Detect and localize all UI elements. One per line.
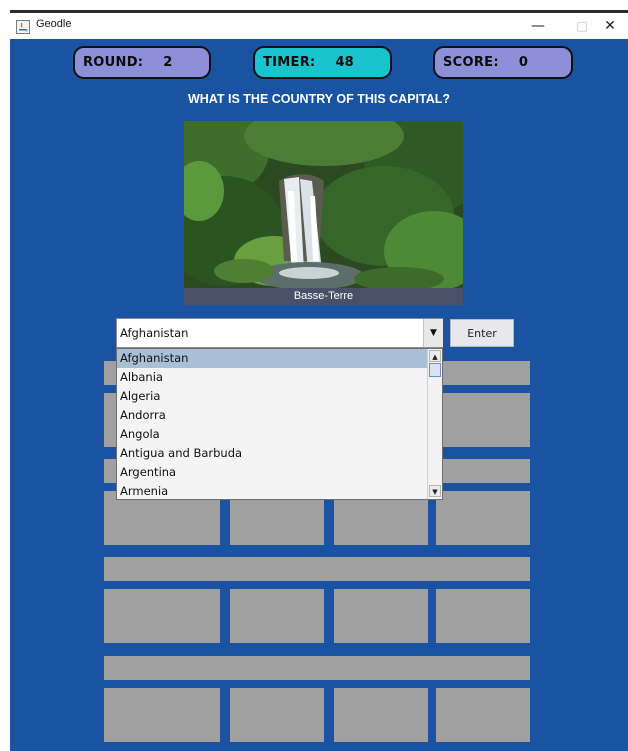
dropdown-option[interactable]: Argentina: [117, 463, 427, 482]
dropdown-option[interactable]: Afghanistan: [117, 349, 427, 368]
dropdown-option[interactable]: Antigua and Barbuda: [117, 444, 427, 463]
dropdown-option[interactable]: Algeria: [117, 387, 427, 406]
guess-tile-3-3: [334, 589, 428, 643]
guess-tile-3-1: [104, 589, 220, 643]
close-button[interactable]: ✕: [588, 13, 628, 39]
guess-tile-3-4: [436, 589, 530, 643]
timer-display: TIMER: 48: [253, 46, 392, 79]
guess-tile-3-2: [230, 589, 324, 643]
guess-tile-1-4: [436, 393, 530, 447]
scroll-up-arrow-icon[interactable]: ▲: [429, 350, 441, 362]
guess-tile-2-4: [436, 491, 530, 545]
round-value: 2: [163, 55, 173, 70]
dropdown-option[interactable]: Armenia: [117, 482, 427, 499]
dropdown-scrollbar[interactable]: ▲ ▼: [427, 349, 442, 499]
window-titlebar: Geodle — □ ✕: [10, 10, 628, 39]
guess-tile-4-4: [436, 688, 530, 742]
scroll-thumb[interactable]: [429, 363, 441, 377]
window-title: Geodle: [36, 18, 72, 30]
guess-tile-4-2: [230, 688, 324, 742]
guess-bar-3: [104, 557, 530, 581]
round-counter: ROUND: 2: [73, 46, 211, 79]
question-prompt: WHAT IS THE COUNTRY OF THIS CAPITAL?: [187, 92, 451, 106]
capital-caption: Basse-Terre: [184, 288, 463, 305]
guess-tile-4-1: [104, 688, 220, 742]
enter-button[interactable]: Enter: [450, 319, 514, 347]
country-select-value: Afghanistan: [120, 326, 189, 340]
java-app-icon: [16, 19, 30, 34]
timer-label: TIMER:: [263, 55, 316, 70]
score-label: SCORE:: [443, 55, 499, 70]
dropdown-option[interactable]: Angola: [117, 425, 427, 444]
country-select[interactable]: Afghanistan ▼: [116, 318, 443, 348]
guess-bar-4: [104, 656, 530, 680]
scroll-down-arrow-icon[interactable]: ▼: [429, 485, 441, 497]
capital-photo: [184, 121, 463, 288]
window-left-edge: [0, 39, 10, 751]
country-dropdown-list[interactable]: Afghanistan Albania Algeria Andorra Angola An…: [116, 348, 443, 500]
dropdown-option[interactable]: Albania: [117, 368, 427, 387]
score-display: SCORE: 0: [433, 46, 573, 79]
chevron-down-icon[interactable]: ▼: [423, 319, 443, 347]
timer-value: 48: [335, 55, 354, 70]
round-label: ROUND:: [83, 55, 144, 70]
dropdown-option[interactable]: Andorra: [117, 406, 427, 425]
minimize-button[interactable]: —: [516, 13, 560, 39]
guess-tile-4-3: [334, 688, 428, 742]
score-value: 0: [518, 55, 528, 70]
